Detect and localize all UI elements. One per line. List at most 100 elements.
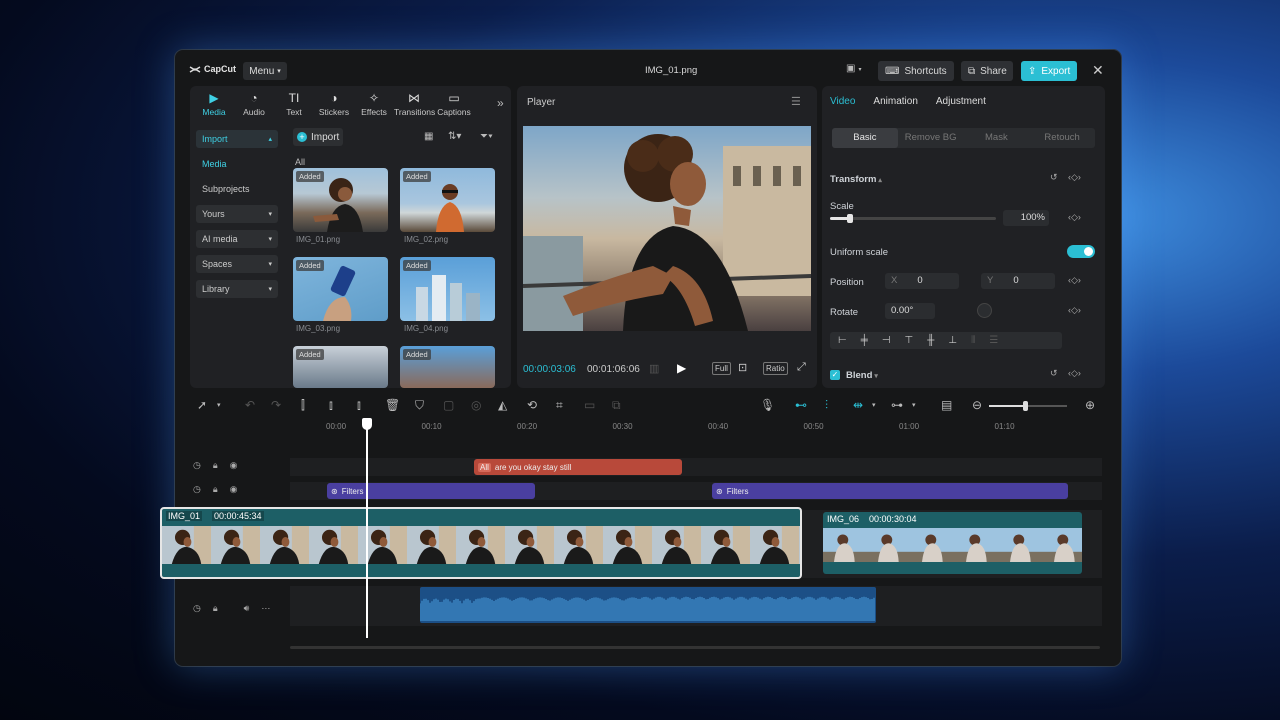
- snap-icon[interactable]: ⫶: [825, 398, 828, 413]
- position-x-field[interactable]: X0: [885, 273, 959, 289]
- marker-icon[interactable]: ⛉: [415, 398, 424, 413]
- preview-axis-icon[interactable]: ⇹: [853, 398, 863, 412]
- tab-stickers[interactable]: ◑ Stickers: [314, 86, 354, 122]
- close-icon[interactable]: ✕: [1092, 62, 1104, 79]
- player-menu-icon[interactable]: ☰: [791, 95, 801, 108]
- tab-animation[interactable]: Animation: [873, 96, 917, 107]
- split-left-icon[interactable]: ⫾: [329, 398, 333, 413]
- media-thumb-4[interactable]: Added: [400, 257, 495, 321]
- sidebar-item-subprojects[interactable]: Subprojects: [196, 180, 278, 198]
- resize-icon[interactable]: ▭: [584, 398, 595, 412]
- tab-text[interactable]: TI Text: [274, 86, 314, 122]
- audio-clip[interactable]: [420, 587, 876, 623]
- keyframe-icon[interactable]: ‹◇›: [1068, 368, 1081, 379]
- subtab-basic[interactable]: Basic: [832, 128, 898, 148]
- mirror-icon[interactable]: ◭: [498, 398, 507, 412]
- sidebar-import[interactable]: Import ▴: [196, 130, 278, 148]
- full-button[interactable]: Full: [712, 362, 731, 375]
- filter-clip-2[interactable]: ⊛ Filters: [712, 483, 1068, 499]
- position-y-field[interactable]: Y0: [981, 273, 1055, 289]
- zoom-in-icon[interactable]: ⊕: [1085, 398, 1095, 412]
- rotate-value[interactable]: 0.00°: [885, 303, 935, 319]
- crop-icon[interactable]: ⌗: [556, 398, 563, 413]
- keyframe-icon[interactable]: ‹◇›: [1068, 172, 1081, 183]
- shortcuts-button[interactable]: ⌨ Shortcuts: [878, 61, 954, 81]
- zoom-out-icon[interactable]: ⊖: [972, 398, 982, 412]
- distribute-h-icon[interactable]: ⫴: [971, 332, 975, 349]
- tab-transitions[interactable]: ⋈ Transitions: [394, 86, 435, 122]
- rotate-dial-icon[interactable]: [977, 303, 992, 318]
- reset-icon[interactable]: ↺: [1050, 172, 1058, 183]
- second-video-clip[interactable]: IMG_06 00:00:30:04: [823, 512, 1082, 574]
- more-tabs-icon[interactable]: »: [497, 96, 504, 110]
- uniform-scale-toggle[interactable]: [1067, 245, 1095, 258]
- ratio-button[interactable]: Ratio: [763, 362, 788, 375]
- lock-icon[interactable]: 🔒︎: [213, 603, 218, 614]
- frame-toggle-icon[interactable]: ▥: [649, 362, 659, 375]
- clock-icon[interactable]: ◷: [193, 603, 201, 614]
- chevron-down-icon[interactable]: ▾: [912, 401, 916, 409]
- scale-slider-knob[interactable]: [846, 214, 853, 223]
- select-tool-icon[interactable]: ➚: [197, 398, 207, 412]
- eye-icon[interactable]: ◉: [230, 484, 238, 495]
- reverse-icon[interactable]: ◎: [471, 398, 481, 412]
- import-button[interactable]: + Import: [293, 128, 343, 146]
- tab-audio[interactable]: ◔ Audio: [234, 86, 274, 122]
- split-right-icon[interactable]: ⫾: [357, 398, 361, 413]
- sidebar-item-media[interactable]: Media: [196, 155, 278, 173]
- media-thumb-2[interactable]: Added: [400, 168, 495, 232]
- lock-icon[interactable]: 🔒︎: [213, 484, 218, 495]
- tab-adjustment[interactable]: Adjustment: [936, 96, 986, 107]
- subtab-mask[interactable]: Mask: [964, 128, 1030, 148]
- eye-icon[interactable]: ◉: [230, 460, 238, 471]
- share-button[interactable]: ⧉ Share: [961, 61, 1013, 81]
- redo-icon[interactable]: ↷: [271, 398, 281, 412]
- layout-button[interactable]: ▣ ▾: [846, 63, 872, 79]
- playhead[interactable]: [362, 418, 372, 638]
- grid-view-icon[interactable]: ▦: [424, 131, 433, 142]
- filter-clip-1[interactable]: ⊛ Filters: [327, 483, 535, 499]
- sidebar-item-ai-media[interactable]: AI media ▾: [196, 230, 278, 248]
- align-left-icon[interactable]: ⊢: [838, 332, 847, 349]
- clock-icon[interactable]: ◷: [193, 460, 201, 471]
- subtab-remove-bg[interactable]: Remove BG: [898, 128, 964, 148]
- microphone-icon[interactable]: 🎙: [760, 398, 775, 412]
- clock-icon[interactable]: ◷: [193, 484, 201, 495]
- tab-video[interactable]: Video: [830, 96, 855, 107]
- align-right-icon[interactable]: ⊣: [882, 332, 891, 349]
- media-thumb-5[interactable]: Added: [293, 346, 388, 388]
- screenshot-icon[interactable]: ⊡: [738, 361, 747, 374]
- caption-icon[interactable]: ▤: [941, 398, 952, 412]
- split-icon[interactable]: ⫿: [301, 398, 305, 413]
- more-icon[interactable]: ⋯: [261, 603, 270, 614]
- lock-icon[interactable]: 🔒︎: [213, 460, 218, 471]
- tab-captions[interactable]: ▭ Captions: [434, 86, 474, 122]
- align-bottom-icon[interactable]: ⊥: [948, 332, 957, 349]
- chevron-down-icon[interactable]: ▾: [872, 401, 876, 409]
- connect-icon[interactable]: ⊶: [891, 398, 903, 412]
- keyframe-icon[interactable]: ‹◇›: [1068, 305, 1081, 316]
- undo-icon[interactable]: ↶: [245, 398, 255, 412]
- scale-value[interactable]: 100%: [1003, 210, 1049, 226]
- media-thumb-3[interactable]: Added: [293, 257, 388, 321]
- distribute-v-icon[interactable]: ☰: [989, 332, 998, 349]
- tab-effects[interactable]: ✧ Effects: [354, 86, 394, 122]
- blend-checkbox[interactable]: ✓: [830, 370, 840, 380]
- link-track-icon[interactable]: ⊷: [795, 398, 807, 412]
- keyframe-icon[interactable]: ‹◇›: [1068, 212, 1081, 223]
- tab-media[interactable]: ▶ Media: [194, 86, 234, 122]
- sidebar-item-spaces[interactable]: Spaces ▾: [196, 255, 278, 273]
- reset-icon[interactable]: ↺: [1050, 368, 1058, 379]
- sort-icon[interactable]: ⇅▾: [448, 131, 461, 142]
- match-icon[interactable]: ⧉: [612, 398, 621, 413]
- fullscreen-icon[interactable]: ⤢: [797, 361, 806, 374]
- delete-icon[interactable]: 🗑: [385, 398, 400, 412]
- rotate-icon[interactable]: ⟲: [527, 398, 537, 412]
- timeline-scrollbar[interactable]: [290, 646, 1100, 649]
- play-icon[interactable]: ▶: [677, 361, 686, 375]
- zoom-slider[interactable]: [989, 401, 1067, 411]
- volume-icon[interactable]: 🔊︎: [244, 603, 250, 614]
- sidebar-item-yours[interactable]: Yours ▾: [196, 205, 278, 223]
- main-video-clip[interactable]: IMG_01 00:00:45:34: [160, 507, 802, 579]
- media-thumb-1[interactable]: Added: [293, 168, 388, 232]
